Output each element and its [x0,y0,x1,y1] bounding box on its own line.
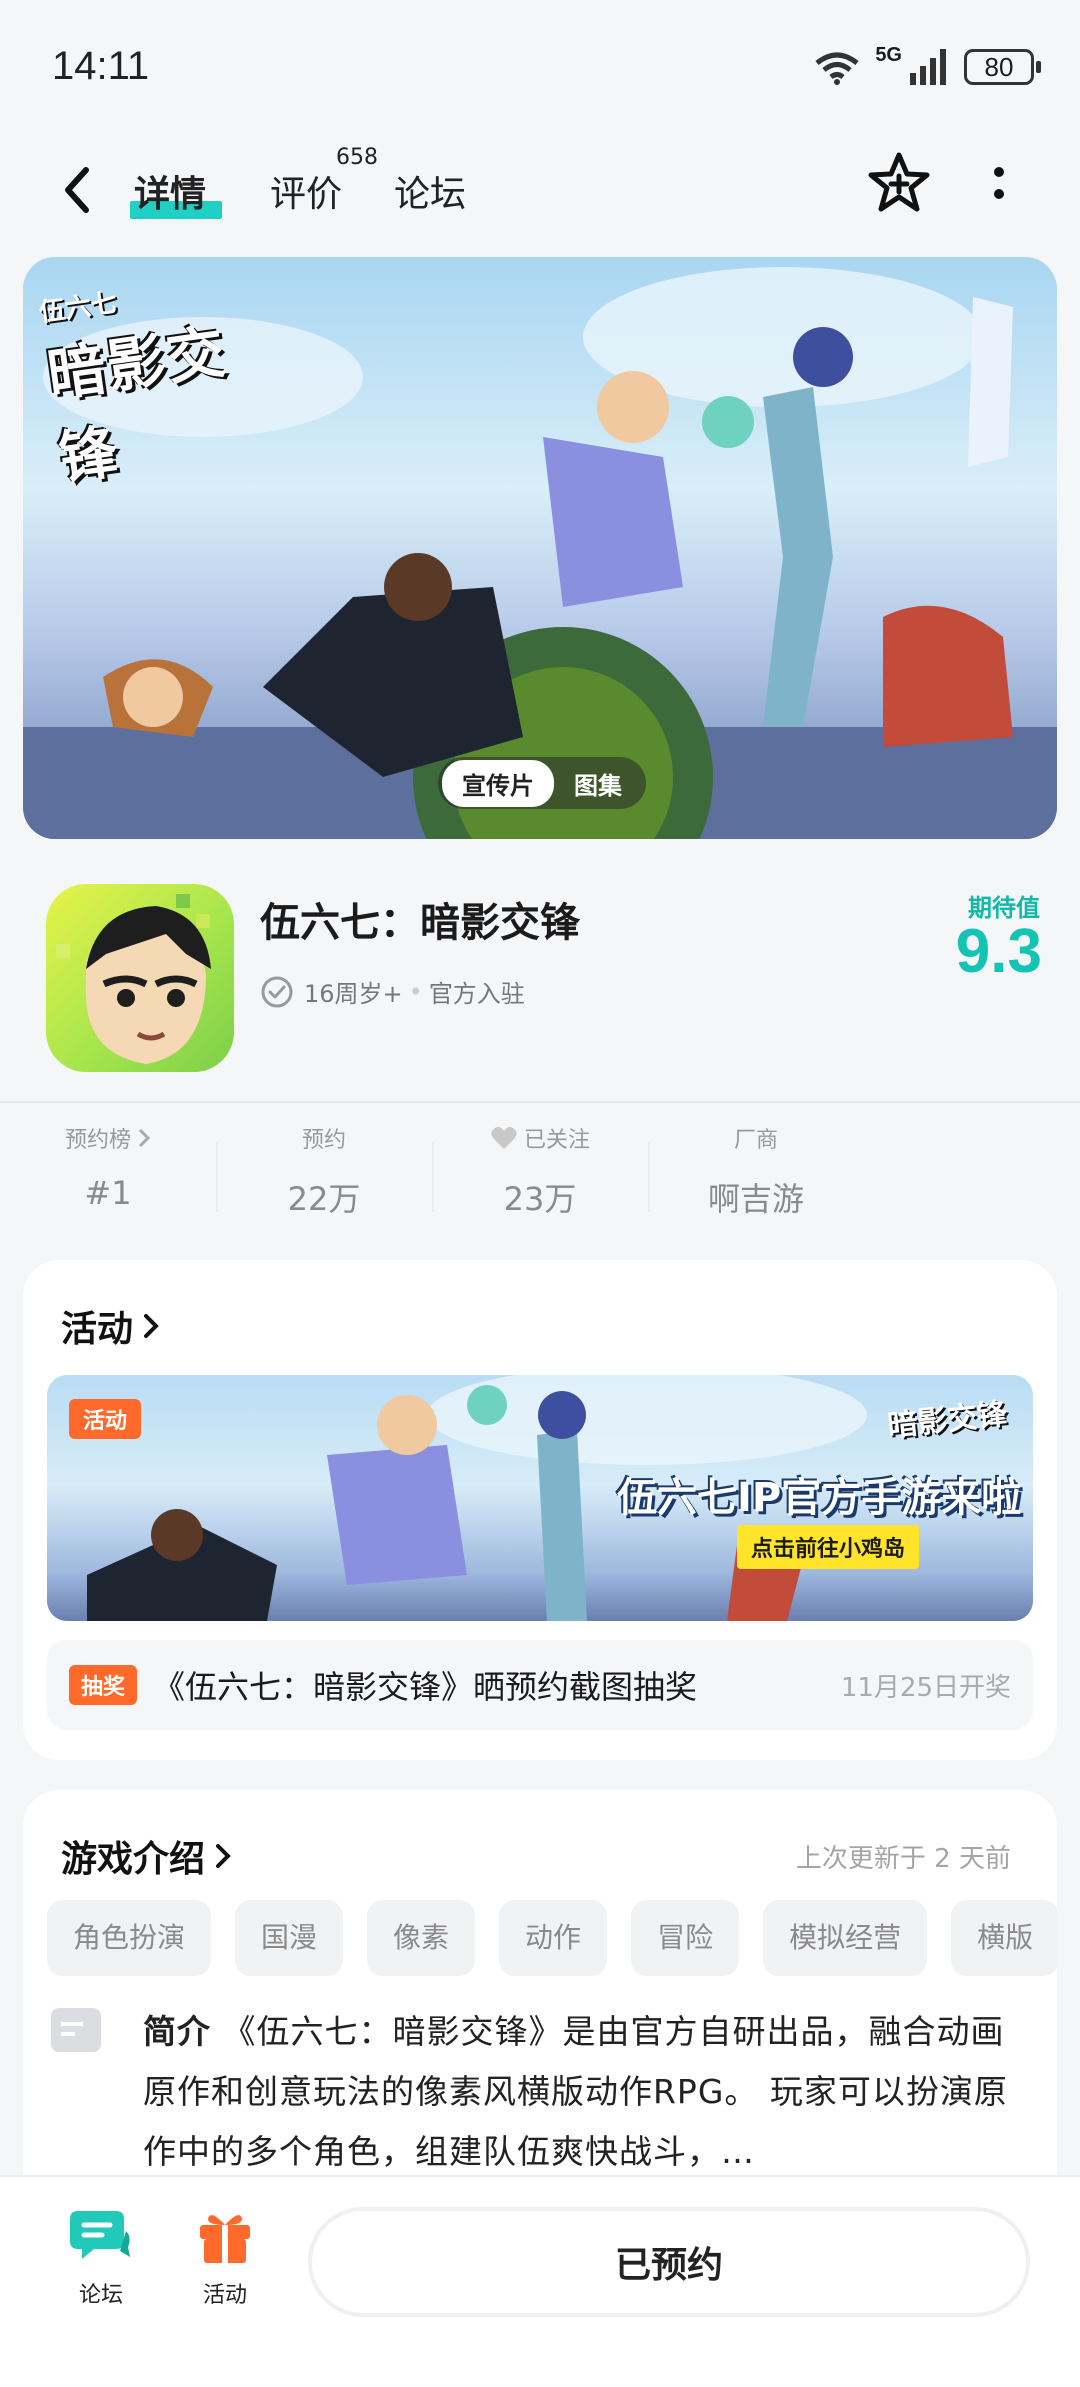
bottom-activity-button[interactable]: 活动 [180,2207,270,2309]
genre-tag[interactable]: 横版 [951,1900,1057,1976]
stat-ranking[interactable]: 预约榜 #1 [0,1120,216,1220]
tab-forum-label: 论坛 [394,174,467,215]
tab-detail[interactable]: 详情 [130,165,222,219]
intro-description[interactable]: 简介 《伍六七：暗影交锋》是由官方自研出品，融合动画原作和创意玩法的像素风横版动… [143,2002,1033,2182]
game-title: 伍六七：暗影交锋 [260,900,580,946]
game-meta: 16周岁+ • 官方入驻 [260,974,525,1009]
score-value: 9.3 [955,917,1042,986]
status-icons: 5G 80 [813,44,1041,90]
chevron-right-icon [138,1128,151,1148]
chevron-right-icon [216,1844,231,1868]
lottery-date: 11月25日开奖 [840,1672,1011,1703]
reserved-label: 已预约 [614,2245,723,2286]
status-bar: 14:11 5G 80 [0,0,1080,130]
stat-publisher-label: 厂商 [733,1128,778,1153]
stat-followers-label: 已关注 [523,1128,590,1153]
age-rating: 16周岁+ [304,980,403,1008]
status-time: 14:11 [52,44,150,88]
pill-trailer[interactable]: 宣传片 [442,759,554,807]
description-icon [51,2008,101,2052]
activity-banner[interactable]: 活动 暗影交锋 伍六七IP官方手游来啦 点击前往小鸡岛 [47,1375,1033,1621]
official-label: 官方入驻 [428,980,525,1008]
forum-chat-icon [70,2211,130,2259]
reserved-button[interactable]: 已预约 [308,2207,1030,2317]
game-character-icon [56,894,211,1064]
battery-level: 80 [984,51,1014,82]
intro-card: 游戏介绍 上次更新于 2 天前 角色扮演 国漫 像素 动作 冒险 模拟经营 横版… [23,1790,1057,2210]
stat-ranking-value: #1 [84,1174,132,1212]
media-switcher: 宣传片 图集 [438,757,646,809]
wifi-icon [815,52,859,85]
tab-review[interactable]: 评价 658 [270,145,378,217]
stat-followers-value: 23万 [503,1180,577,1218]
bottom-action-bar: 论坛 活动 已预约 [0,2175,1080,2387]
stat-reservations-value: 22万 [287,1180,361,1218]
gift-icon [200,2215,250,2263]
stat-reservations: 预约 22万 [216,1120,432,1220]
intro-title-label: 游戏介绍 [61,1839,206,1880]
genre-tag[interactable]: 动作 [499,1900,608,1976]
activity-title-label: 活动 [61,1309,134,1350]
game-info: 伍六七：暗影交锋 16周岁+ • 官方入驻 期待值 9.3 [0,860,1080,1100]
stat-ranking-label: 预约榜 [64,1128,131,1153]
genre-tag[interactable]: 国漫 [235,1900,344,1976]
favorite-star-icon[interactable] [866,150,932,216]
bottom-activity-label: 活动 [202,2283,247,2308]
review-count: 658 [336,145,378,170]
intro-text: 《伍六七：暗影交锋》是由官方自研出品，融合动画原作和创意玩法的像素风横版动作RP… [143,2012,1008,2171]
verified-check-icon [261,976,293,1007]
lottery-tag: 抽奖 [69,1665,138,1705]
game-app-icon [46,884,234,1072]
top-nav: 详情 评价 658 论坛 [0,130,1080,250]
logo-title: 暗影交锋 [43,317,232,493]
back-arrow-icon[interactable] [52,160,102,220]
last-updated: 上次更新于 2 天前 [795,1844,1011,1874]
chevron-right-icon [144,1314,159,1338]
banner-tag-label: 活动 [83,1409,128,1434]
genre-tag[interactable]: 像素 [367,1900,476,1976]
stats-row: 预约榜 #1 预约 22万 已关注 23万 厂商 啊吉游 [0,1120,1080,1220]
stat-publisher[interactable]: 厂商 啊吉游 [648,1120,864,1220]
stat-followers[interactable]: 已关注 23万 [432,1120,648,1220]
activity-title[interactable]: 活动 [61,1300,161,1352]
section-divider [0,1101,1080,1103]
more-menu-icon[interactable] [985,160,1013,210]
banner-headline: 伍六七IP官方手游来啦 [617,1475,1022,1521]
battery-icon: 80 [964,49,1041,85]
stat-publisher-value: 啊吉游 [707,1180,804,1218]
tab-review-label: 评价 [270,174,343,215]
heart-icon [491,1127,517,1149]
genre-tag[interactable]: 角色扮演 [47,1900,212,1976]
signal-icon [910,49,946,85]
stat-reservations-label: 预约 [301,1128,346,1153]
tab-detail-label: 详情 [134,174,207,215]
genre-tag[interactable]: 模拟经营 [763,1900,928,1976]
pill-gallery[interactable]: 图集 [554,760,642,807]
bottom-forum-button[interactable]: 论坛 [56,2207,146,2309]
lottery-text: 《伍六七：暗影交锋》晒预约截图抽奖 [153,1668,698,1706]
bottom-forum-label: 论坛 [78,2283,123,2308]
network-label: 5G [875,44,902,66]
lottery-item[interactable]: 抽奖 《伍六七：暗影交锋》晒预约截图抽奖 11月25日开奖 [47,1640,1033,1730]
activity-card: 活动 活动 暗影交锋 伍六七IP官方手游来啦 点击前往小鸡岛 抽奖 《伍六七：暗… [23,1260,1057,1760]
intro-title[interactable]: 游戏介绍 [61,1830,233,1882]
genre-tag[interactable]: 冒险 [631,1900,740,1976]
meta-separator: • [408,977,423,1006]
genre-tags: 角色扮演 国漫 像素 动作 冒险 模拟经营 横版 [47,1900,1057,1980]
banner-cta[interactable]: 点击前往小鸡岛 [737,1525,920,1569]
hero-media[interactable]: 伍六七 暗影交锋 宣传片 图集 [23,257,1057,839]
banner-tag: 活动 [69,1399,142,1439]
intro-label: 简介 [143,2012,211,2051]
tab-forum[interactable]: 论坛 [394,165,466,217]
